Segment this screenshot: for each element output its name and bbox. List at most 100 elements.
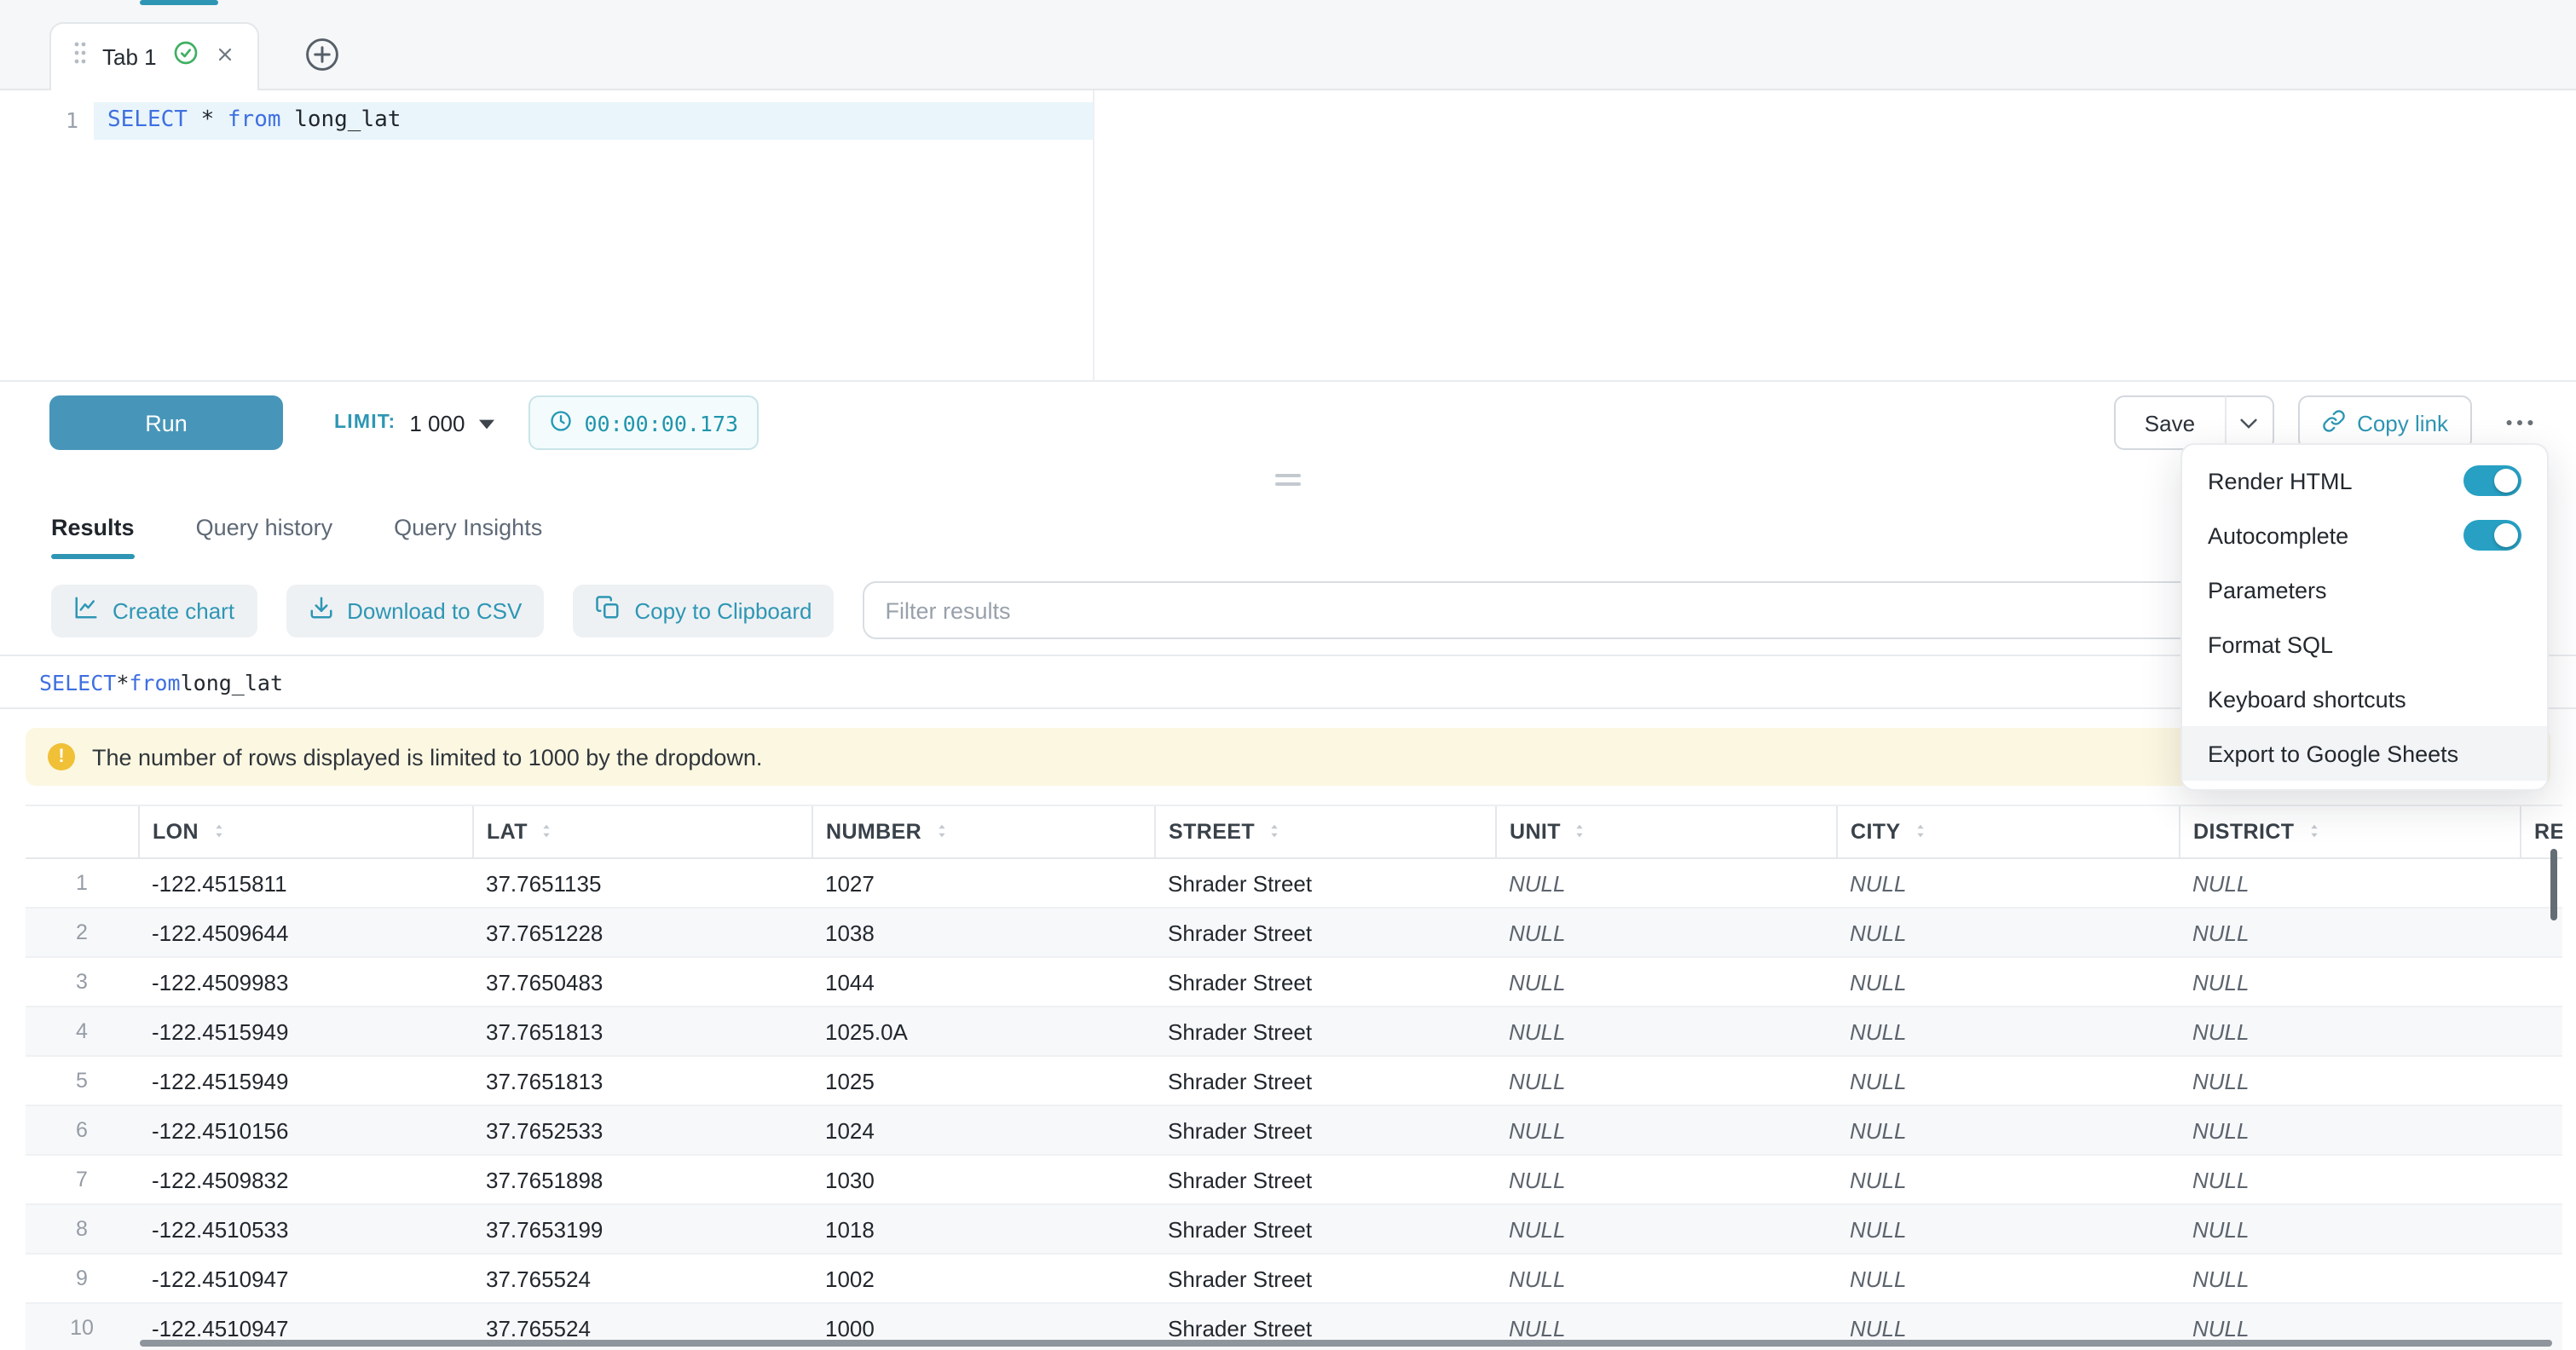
cell-city[interactable]: NULL [1836,1254,2179,1303]
cell-number[interactable]: 1030 [811,1155,1154,1204]
table-row[interactable]: 2-122.450964437.76512281038Shrader Stree… [26,908,2562,957]
column-header-city[interactable]: CITY [1836,805,2179,858]
table-row[interactable]: 7-122.450983237.76518981030Shrader Stree… [26,1155,2562,1204]
cell-street[interactable]: Shrader Street [1154,1254,1495,1303]
cell-lon[interactable]: -122.4510947 [138,1254,472,1303]
cell-district[interactable]: NULL [2179,1056,2520,1105]
tab-tab1[interactable]: Tab 1 [49,22,259,90]
cell-street[interactable]: Shrader Street [1154,1007,1495,1056]
cell-lat[interactable]: 37.7651813 [472,1056,811,1105]
menu-item-parameters[interactable]: Parameters [2182,562,2547,617]
table-row[interactable]: 9-122.451094737.7655241002Shrader Street… [26,1254,2562,1303]
horizontal-scrollbar-thumb[interactable] [140,1340,2552,1347]
column-header-number[interactable]: NUMBER [811,805,1154,858]
table-row[interactable]: 3-122.450998337.76504831044Shrader Stree… [26,957,2562,1007]
cell-city[interactable]: NULL [1836,1056,2179,1105]
column-header-street[interactable]: STREET [1154,805,1495,858]
column-header-lon[interactable]: LON [138,805,472,858]
cell-city[interactable]: NULL [1836,1007,2179,1056]
cell-lat[interactable]: 37.7653199 [472,1204,811,1254]
cell-lon[interactable]: -122.4509832 [138,1155,472,1204]
cell-city[interactable]: NULL [1836,1204,2179,1254]
cell-lat[interactable]: 37.765524 [472,1254,811,1303]
cell-lon[interactable]: -122.4515949 [138,1007,472,1056]
cell-district[interactable]: NULL [2179,1155,2520,1204]
cell-lon[interactable]: -122.4509983 [138,957,472,1007]
cell-street[interactable]: Shrader Street [1154,1204,1495,1254]
cell-district[interactable]: NULL [2179,957,2520,1007]
cell-lat[interactable]: 37.7651898 [472,1155,811,1204]
cell-re[interactable] [2520,1056,2562,1105]
cell-re[interactable] [2520,957,2562,1007]
cell-district[interactable]: NULL [2179,858,2520,908]
cell-unit[interactable]: NULL [1495,1056,1836,1105]
download-csv-button[interactable]: Download to CSV [286,584,544,637]
table-row[interactable]: 4-122.451594937.76518131025.0AShrader St… [26,1007,2562,1056]
cell-lat[interactable]: 37.7652533 [472,1105,811,1155]
cell-lon[interactable]: -122.4509644 [138,908,472,957]
cell-lat[interactable]: 37.7651228 [472,908,811,957]
vertical-scrollbar-thumb[interactable] [2550,849,2557,920]
cell-lon[interactable]: -122.4515949 [138,1056,472,1105]
table-row[interactable]: 5-122.451594937.76518131025Shrader Stree… [26,1056,2562,1105]
close-tab-icon[interactable] [215,42,235,72]
cell-street[interactable]: Shrader Street [1154,908,1495,957]
cell-number[interactable]: 1027 [811,858,1154,908]
cell-unit[interactable]: NULL [1495,957,1836,1007]
menu-item-format-sql[interactable]: Format SQL [2182,617,2547,672]
cell-re[interactable] [2520,1204,2562,1254]
cell-city[interactable]: NULL [1836,1155,2179,1204]
cell-re[interactable] [2520,1155,2562,1204]
cell-district[interactable]: NULL [2179,1007,2520,1056]
menu-item-keyboard-shortcuts[interactable]: Keyboard shortcuts [2182,672,2547,726]
cell-street[interactable]: Shrader Street [1154,957,1495,1007]
cell-unit[interactable]: NULL [1495,1105,1836,1155]
cell-unit[interactable]: NULL [1495,1007,1836,1056]
render-html-toggle[interactable] [2463,465,2521,496]
cell-re[interactable] [2520,1254,2562,1303]
cell-city[interactable]: NULL [1836,908,2179,957]
cell-district[interactable]: NULL [2179,1204,2520,1254]
cell-number[interactable]: 1025.0A [811,1007,1154,1056]
cell-district[interactable]: NULL [2179,1105,2520,1155]
column-header-lat[interactable]: LAT [472,805,811,858]
cell-unit[interactable]: NULL [1495,1204,1836,1254]
menu-item-render-html[interactable]: Render HTML [2182,453,2547,508]
cell-lat[interactable]: 37.7651135 [472,858,811,908]
cell-number[interactable]: 1044 [811,957,1154,1007]
table-row[interactable]: 6-122.451015637.76525331024Shrader Stree… [26,1105,2562,1155]
cell-lon[interactable]: -122.4510533 [138,1204,472,1254]
cell-lon[interactable]: -122.4515811 [138,858,472,908]
cell-number[interactable]: 1025 [811,1056,1154,1105]
cell-lat[interactable]: 37.7651813 [472,1007,811,1056]
tab-query-insights[interactable]: Query Insights [394,494,542,559]
copy-clipboard-button[interactable]: Copy to Clipboard [573,584,834,637]
run-button[interactable]: Run [49,395,283,450]
table-row[interactable]: 1-122.451581137.76511351027Shrader Stree… [26,858,2562,908]
tab-query-history[interactable]: Query history [196,494,333,559]
tab-results[interactable]: Results [51,494,135,559]
cell-unit[interactable]: NULL [1495,1254,1836,1303]
autocomplete-toggle[interactable] [2463,520,2521,551]
menu-item-autocomplete[interactable]: Autocomplete [2182,508,2547,562]
cell-re[interactable] [2520,1105,2562,1155]
cell-number[interactable]: 1002 [811,1254,1154,1303]
column-header-district[interactable]: DISTRICT [2179,805,2520,858]
sql-editor[interactable]: 1 SELECT * from long_lat [0,90,2576,382]
cell-unit[interactable]: NULL [1495,858,1836,908]
cell-number[interactable]: 1024 [811,1105,1154,1155]
add-tab-button[interactable] [303,36,341,73]
cell-district[interactable]: NULL [2179,908,2520,957]
cell-city[interactable]: NULL [1836,858,2179,908]
cell-city[interactable]: NULL [1836,957,2179,1007]
cell-number[interactable]: 1018 [811,1204,1154,1254]
more-options-button[interactable] [2496,395,2544,450]
cell-number[interactable]: 1038 [811,908,1154,957]
copy-link-button[interactable]: Copy link [2297,395,2472,450]
table-row[interactable]: 8-122.451053337.76531991018Shrader Stree… [26,1204,2562,1254]
cell-lon[interactable]: -122.4510156 [138,1105,472,1155]
cell-lat[interactable]: 37.7650483 [472,957,811,1007]
cell-street[interactable]: Shrader Street [1154,858,1495,908]
cell-unit[interactable]: NULL [1495,1155,1836,1204]
cell-street[interactable]: Shrader Street [1154,1105,1495,1155]
